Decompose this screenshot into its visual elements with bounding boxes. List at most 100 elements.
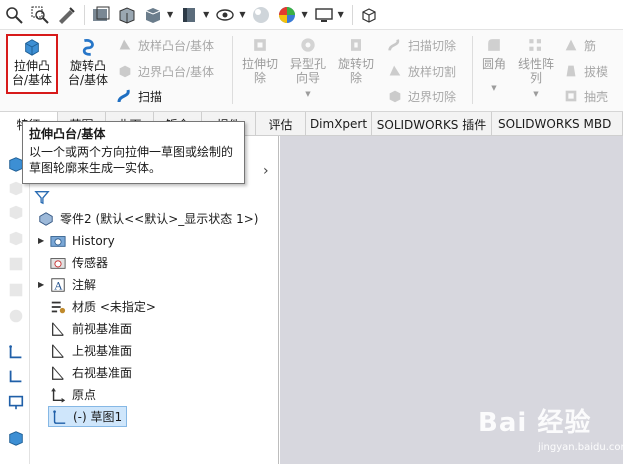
- chevron-down-icon[interactable]: ▼: [301, 10, 307, 19]
- zoom-fit-icon[interactable]: [2, 3, 26, 27]
- chevron-down-icon[interactable]: ▼: [203, 10, 209, 19]
- fillet-icon: [482, 34, 506, 56]
- shell-label: 抽壳: [584, 89, 609, 104]
- sweep-cut-label: 扫描切除: [408, 38, 457, 53]
- boundary-cut-label: 边界切除: [408, 89, 457, 104]
- sketch-line-icon[interactable]: [6, 366, 26, 386]
- watermark: Bai 经验 jingyan.baidu.com: [478, 402, 623, 462]
- draft-button[interactable]: 拔模: [562, 62, 608, 80]
- tree-item-right-plane[interactable]: 右视基准面: [48, 362, 132, 383]
- tree-item-label: 材质 <未指定>: [72, 300, 156, 314]
- view-orientation-icon[interactable]: [115, 3, 139, 27]
- fillet-button[interactable]: 圆角 ▼: [476, 34, 512, 95]
- revolve-cut-button[interactable]: 旋转切 除: [334, 34, 378, 85]
- tree-item-origin[interactable]: 原点: [48, 384, 96, 405]
- plane-icon: [48, 320, 68, 338]
- tree-item-label: 右视基准面: [72, 366, 133, 380]
- tree-item-label: 注解: [72, 278, 97, 292]
- tree-item-material[interactable]: 材质 <未指定>: [48, 296, 156, 317]
- extrude-cut-icon[interactable]: [6, 254, 26, 274]
- boundary-boss-icon: [116, 62, 134, 80]
- sketch-icon: [49, 408, 69, 426]
- rib-icon: [562, 36, 580, 54]
- linear-pattern-label: 线性阵 列: [517, 57, 554, 85]
- extrude-boss-label: 拉伸凸 台/基体: [11, 59, 53, 87]
- loft-cut-button[interactable]: 放样切割: [386, 62, 456, 80]
- display-style-icon[interactable]: [141, 3, 165, 27]
- tab-solidworks-mbd[interactable]: SOLIDWORKS MBD: [492, 112, 623, 136]
- boundary-boss-button[interactable]: 边界凸台/基体: [116, 62, 214, 80]
- expand-arrow-icon[interactable]: ▶: [38, 280, 48, 289]
- loft-cut-label: 放样切割: [408, 64, 457, 79]
- zoom-area-icon[interactable]: [28, 3, 52, 27]
- edit-appearance-icon[interactable]: [249, 3, 273, 27]
- tree-root-label: 零件2 (默认<<默认>_显示状态 1>): [60, 212, 259, 226]
- chevron-down-icon[interactable]: ▼: [239, 10, 245, 19]
- revolve-cut-label: 旋转切 除: [337, 57, 374, 85]
- tree-item-sensors[interactable]: 传感器: [48, 252, 108, 273]
- tab-evaluate[interactable]: 评估: [256, 112, 306, 136]
- watermark-url: jingyan.baidu.com: [538, 442, 623, 453]
- view-cube-icon[interactable]: [177, 3, 201, 27]
- shell-button[interactable]: 抽壳: [562, 87, 608, 105]
- revolve-boss-button[interactable]: 旋转凸 台/基体: [64, 36, 112, 87]
- previous-view-icon[interactable]: [54, 3, 78, 27]
- extrude-cut-button[interactable]: 拉伸切 除: [238, 34, 282, 85]
- chevron-down-icon[interactable]: ▼: [491, 81, 496, 95]
- fillet-icon[interactable]: [6, 306, 26, 326]
- filter-icon[interactable]: [34, 189, 50, 205]
- tree-item-history[interactable]: ▶ History: [38, 230, 115, 251]
- tab-solidworks-addins[interactable]: SOLIDWORKS 插件: [372, 112, 492, 136]
- expand-arrow-icon[interactable]: ▶: [38, 236, 48, 245]
- plane-icon: [48, 364, 68, 382]
- chevron-down-icon[interactable]: ▼: [533, 87, 538, 101]
- extrude-boss-small-icon[interactable]: [6, 428, 26, 448]
- sketch-icon[interactable]: [6, 342, 26, 362]
- part-icon: [36, 210, 56, 228]
- revolve-cut-icon[interactable]: [6, 280, 26, 300]
- 3d-view-icon[interactable]: [357, 3, 381, 27]
- toolbar-separator: [351, 4, 353, 25]
- tree-root-part[interactable]: 零件2 (默认<<默认>_显示状态 1>): [36, 208, 258, 229]
- hole-wizard-button[interactable]: 异型孔 向导 ▼: [286, 34, 330, 101]
- boundary-boss-label: 边界凸台/基体: [138, 64, 215, 79]
- extrude-cut-icon: [248, 34, 272, 56]
- linear-pattern-button[interactable]: 线性阵 列 ▼: [514, 34, 558, 101]
- boundary-cut-button[interactable]: 边界切除: [386, 87, 456, 105]
- feature-ribbon: 拉伸凸 台/基体 旋转凸 台/基体 放样凸台/基体 边界凸台/基体 扫描 拉伸切…: [0, 30, 623, 112]
- chevron-down-icon[interactable]: ▼: [305, 87, 310, 101]
- loft-icon[interactable]: [6, 228, 26, 248]
- tree-item-top-plane[interactable]: 上视基准面: [48, 340, 132, 361]
- shell-icon: [562, 87, 580, 105]
- sweep-cut-button[interactable]: 扫描切除: [386, 36, 456, 54]
- tooltip-body: 以一个或两个方向拉伸一草图或绘制的草图轮廓来生成一实体。: [29, 145, 234, 175]
- tree-filter[interactable]: [34, 186, 274, 208]
- section-view-icon[interactable]: [89, 3, 113, 27]
- tree-item-sketch1[interactable]: (-) 草图1: [48, 406, 128, 427]
- rib-button[interactable]: 筋: [562, 36, 596, 54]
- chevron-right-icon[interactable]: ›: [263, 163, 269, 179]
- tree-item-label: History: [72, 233, 115, 248]
- tab-dimxpert[interactable]: DimXpert: [306, 112, 372, 136]
- view-settings-icon[interactable]: [312, 3, 336, 27]
- swept-boss-icon[interactable]: [6, 202, 26, 222]
- rectangle-icon[interactable]: [6, 392, 26, 412]
- tree-item-front-plane[interactable]: 前视基准面: [48, 318, 132, 339]
- hide-show-icon[interactable]: [213, 3, 237, 27]
- sweep-cut-icon: [386, 36, 404, 54]
- extrude-boss-button[interactable]: 拉伸凸 台/基体: [6, 34, 58, 94]
- chevron-down-icon[interactable]: ▼: [338, 10, 344, 19]
- revolve-cut-icon: [344, 34, 368, 56]
- toolbar-separator: [84, 4, 85, 25]
- loft-boss-button[interactable]: 放样凸台/基体: [116, 36, 214, 54]
- tree-item-annotations[interactable]: ▶ A 注解: [38, 274, 96, 295]
- apply-scene-icon[interactable]: [275, 3, 299, 27]
- feature-manager-panel: › 零件2 (默认<<默认>_显示状态 1>) ▶ History 传感器 ▶ …: [0, 136, 279, 464]
- hole-wizard-icon: [296, 34, 320, 56]
- chevron-down-icon[interactable]: ▼: [167, 10, 173, 19]
- revolve-boss-icon: [76, 36, 100, 58]
- linear-pattern-icon: [524, 34, 548, 56]
- extrude-cut-label: 拉伸切 除: [241, 57, 278, 85]
- view-toolbar: ▼ ▼ ▼ ▼ ▼: [0, 0, 623, 30]
- sweep-button[interactable]: 扫描: [116, 87, 162, 105]
